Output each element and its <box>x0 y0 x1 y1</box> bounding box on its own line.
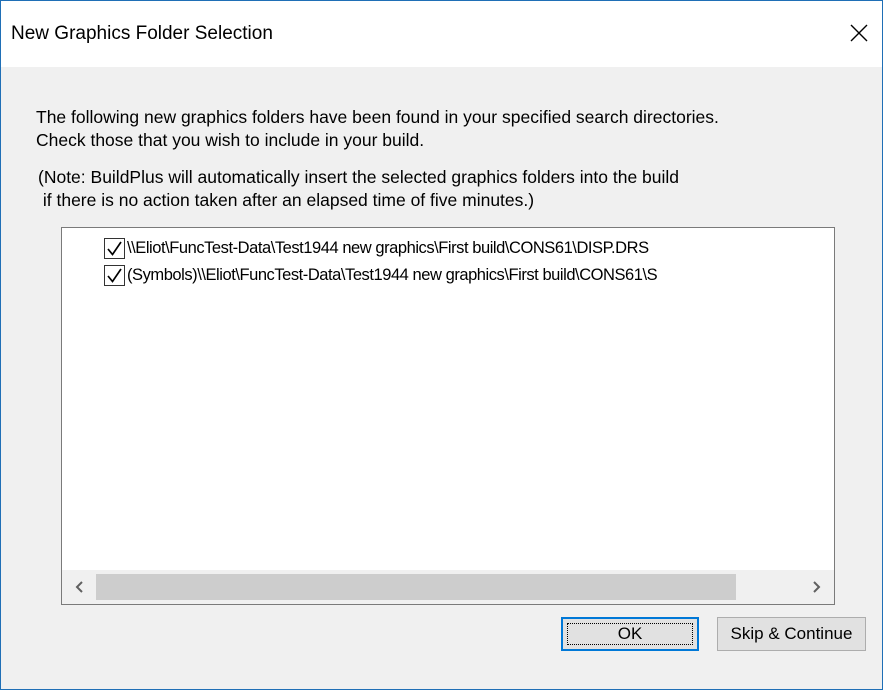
horizontal-scrollbar[interactable] <box>62 570 834 604</box>
dialog-window: New Graphics Folder Selection The follow… <box>0 0 883 690</box>
folder-path-label: (Symbols)\\Eliot\FuncTest-Data\Test1944 … <box>127 265 658 284</box>
message-line-1: The following new graphics folders have … <box>36 107 719 127</box>
folder-checkbox[interactable] <box>104 264 125 286</box>
scroll-left-arrow-icon <box>75 581 83 593</box>
scroll-right-arrow-icon <box>813 581 821 593</box>
folder-list-item[interactable]: \\Eliot\FuncTest-Data\Test1944 new graph… <box>104 236 649 260</box>
ok-button[interactable]: OK <box>561 617 699 651</box>
message-line-2: Check those that you wish to include in … <box>36 130 425 150</box>
close-icon <box>850 24 868 42</box>
skip-continue-button-label: Skip & Continue <box>730 624 853 643</box>
checkmark-icon <box>107 241 122 256</box>
folder-checkbox[interactable] <box>104 237 125 259</box>
note-line-2: if there is no action taken after an ela… <box>38 190 535 210</box>
note-line-1: (Note: BuildPlus will automatically inse… <box>38 167 680 187</box>
skip-continue-button[interactable]: Skip & Continue <box>717 617 866 651</box>
close-button[interactable] <box>836 13 882 53</box>
title-bar[interactable]: New Graphics Folder Selection <box>1 1 882 67</box>
ok-button-label: OK <box>617 624 643 643</box>
scroll-left-button[interactable] <box>62 570 96 604</box>
scrollbar-thumb[interactable] <box>96 574 736 600</box>
checkmark-icon <box>107 268 122 283</box>
folder-list-item[interactable]: (Symbols)\\Eliot\FuncTest-Data\Test1944 … <box>104 263 658 287</box>
folder-path-label: \\Eliot\FuncTest-Data\Test1944 new graph… <box>127 238 649 257</box>
folder-checklist[interactable]: \\Eliot\FuncTest-Data\Test1944 new graph… <box>61 227 835 605</box>
scroll-right-button[interactable] <box>800 570 834 604</box>
dialog-title: New Graphics Folder Selection <box>11 23 273 44</box>
